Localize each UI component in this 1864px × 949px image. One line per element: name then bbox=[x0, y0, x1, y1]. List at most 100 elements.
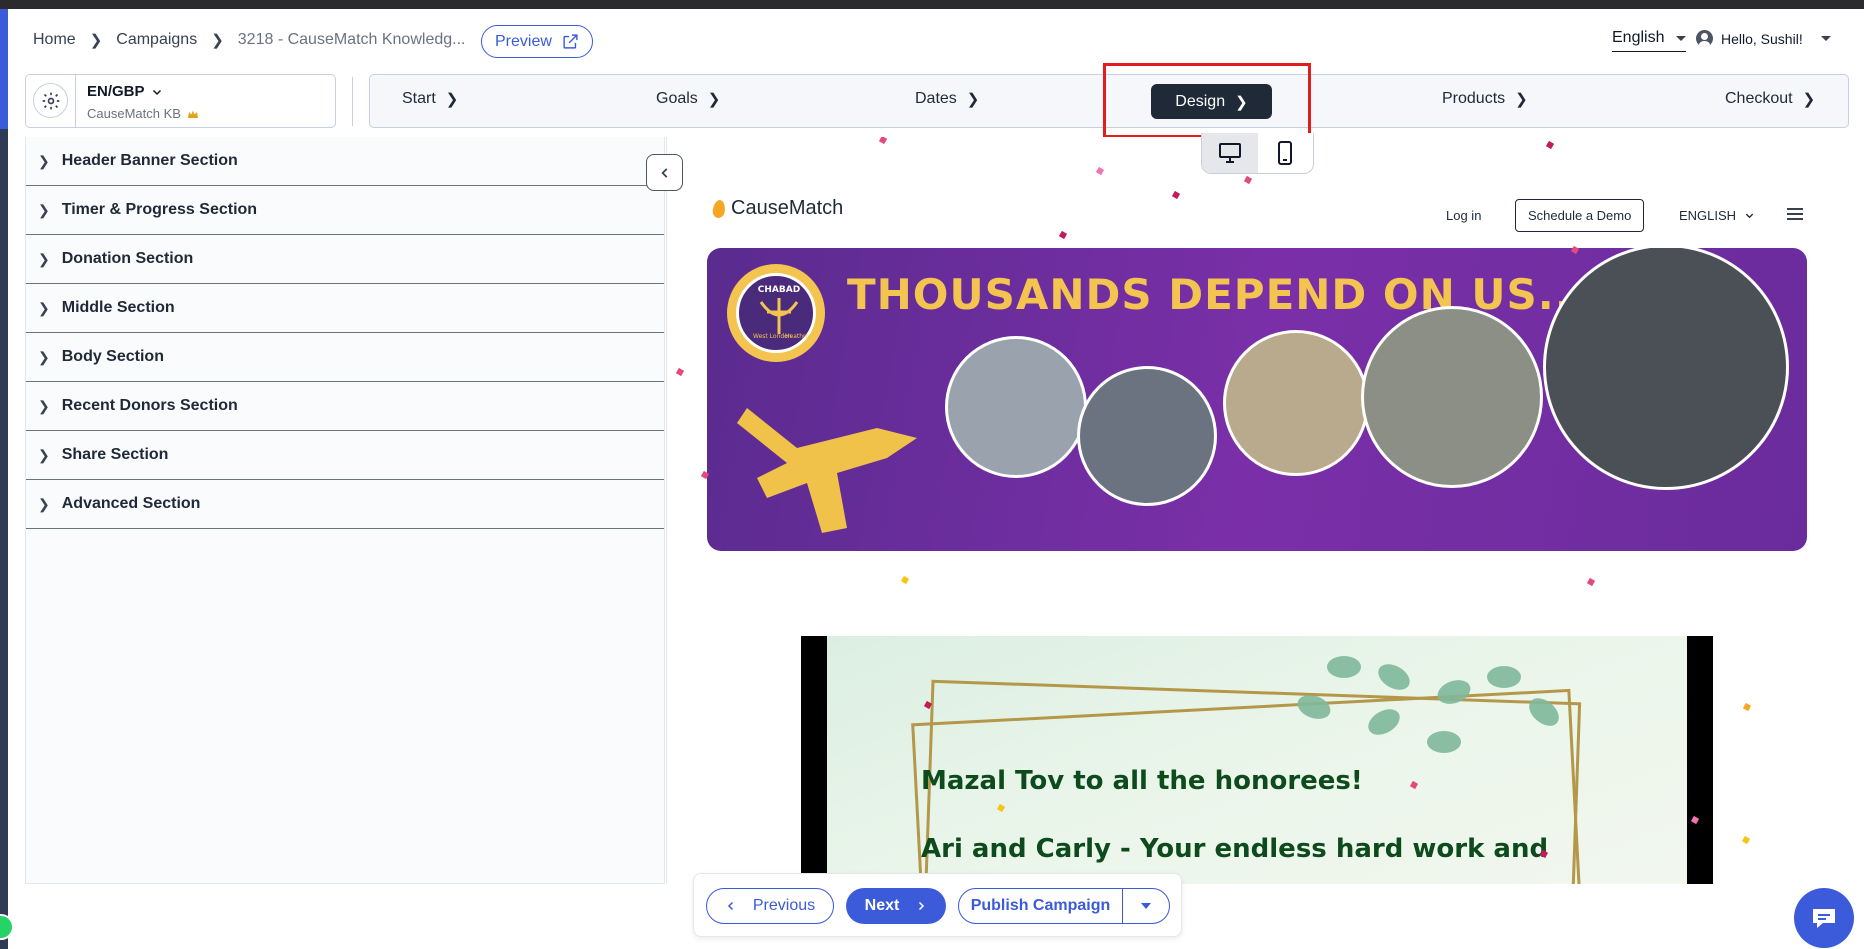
chevron-right-icon: ❯ bbox=[38, 446, 50, 463]
photo-circle-1 bbox=[945, 336, 1087, 478]
chevron-right-icon: ❯ bbox=[1802, 91, 1816, 108]
preview-demo-button[interactable]: Schedule a Demo bbox=[1515, 199, 1645, 232]
chevron-right-icon: ❯ bbox=[38, 299, 50, 316]
seal-top-text: CHABAD bbox=[758, 285, 800, 295]
chevron-right-icon: ❯ bbox=[38, 397, 50, 414]
breadcrumb-home[interactable]: Home bbox=[33, 31, 76, 49]
publish-campaign-group: Publish Campaign bbox=[958, 888, 1170, 924]
confetti bbox=[1545, 140, 1555, 150]
next-label: Next bbox=[864, 897, 900, 914]
confetti bbox=[1058, 230, 1068, 240]
desktop-view-button[interactable] bbox=[1202, 133, 1258, 173]
confetti bbox=[1243, 175, 1253, 185]
confetti bbox=[900, 575, 910, 585]
chevron-right-icon: ❯ bbox=[38, 348, 50, 365]
photo-circle-3 bbox=[1223, 330, 1369, 476]
preview-label: Preview bbox=[495, 32, 552, 50]
chabad-seal-logo: CHABAD West London Heathrow bbox=[727, 264, 825, 362]
next-button[interactable]: Next bbox=[846, 888, 946, 924]
section-label: Middle Section bbox=[61, 299, 175, 316]
caret-down-icon bbox=[1820, 36, 1831, 41]
photo-circle-5 bbox=[1543, 248, 1789, 490]
confetti bbox=[1171, 190, 1181, 200]
leaf-graphic bbox=[1427, 731, 1461, 753]
confetti bbox=[1095, 166, 1105, 176]
currency-org-selector[interactable]: EN/GBP CauseMatch KB bbox=[25, 74, 336, 128]
chevron-down-icon bbox=[1745, 213, 1754, 219]
section-advanced[interactable]: ❯ Advanced Section bbox=[26, 480, 664, 529]
photo-circle-4 bbox=[1361, 306, 1543, 488]
seal-right-text: Heathrow bbox=[785, 333, 814, 340]
highlight-box bbox=[1103, 63, 1311, 138]
section-middle[interactable]: ❯ Middle Section bbox=[26, 284, 664, 333]
org-name-label: CauseMatch KB bbox=[87, 106, 181, 121]
step-dates[interactable]: Dates ❯ bbox=[915, 90, 979, 108]
section-label: Body Section bbox=[61, 348, 164, 365]
app-left-edge bbox=[0, 9, 14, 949]
publish-campaign-button[interactable]: Publish Campaign bbox=[959, 889, 1123, 923]
preview-login-link[interactable]: Log in bbox=[1446, 208, 1481, 223]
user-avatar-icon bbox=[1696, 30, 1713, 47]
section-timer-progress[interactable]: ❯ Timer & Progress Section bbox=[26, 186, 664, 235]
section-label: Header Banner Section bbox=[61, 152, 238, 169]
wizard-footer: Previous Next Publish Campaign bbox=[693, 873, 1182, 937]
confetti bbox=[675, 367, 685, 377]
gear-icon[interactable] bbox=[33, 83, 68, 118]
caret-down-icon bbox=[1676, 35, 1687, 41]
chevron-right-icon: ❯ bbox=[707, 91, 721, 108]
section-donation[interactable]: ❯ Donation Section bbox=[26, 235, 664, 284]
section-label: Share Section bbox=[61, 446, 169, 463]
breadcrumb: Home ❯ Campaigns ❯ 3218 - CauseMatch Kno… bbox=[33, 31, 465, 49]
seal-graphic: CHABAD West London Heathrow bbox=[753, 285, 814, 340]
chevron-right-icon bbox=[919, 901, 925, 911]
currency-code-label: EN/GBP bbox=[87, 83, 145, 100]
caret-down-icon bbox=[1141, 903, 1151, 909]
section-label: Advanced Section bbox=[61, 495, 201, 512]
whatsapp-icon[interactable] bbox=[0, 914, 14, 940]
step-label: Start bbox=[402, 90, 436, 107]
section-share[interactable]: ❯ Share Section bbox=[26, 431, 664, 480]
org-name: CauseMatch KB bbox=[87, 106, 199, 121]
language-select[interactable]: English bbox=[1612, 29, 1687, 52]
chevron-right-icon: ❯ bbox=[445, 91, 459, 108]
publish-options-dropdown[interactable] bbox=[1123, 903, 1169, 909]
mobile-icon bbox=[1278, 141, 1293, 165]
photo-circle-2 bbox=[1077, 366, 1217, 506]
chat-icon bbox=[1813, 909, 1835, 928]
step-products[interactable]: Products ❯ bbox=[1442, 90, 1528, 108]
chat-support-button[interactable] bbox=[1794, 888, 1854, 948]
video-text-line2: Ari and Carly - Your endless hard work a… bbox=[921, 834, 1549, 864]
chevron-right-icon: ❯ bbox=[38, 201, 50, 218]
section-body[interactable]: ❯ Body Section bbox=[26, 333, 664, 382]
video-embed[interactable]: Mazal Tov to all the honorees! Ari and C… bbox=[801, 636, 1713, 884]
confetti bbox=[1741, 835, 1751, 845]
collapse-panel-button[interactable] bbox=[646, 154, 683, 191]
causematch-logo: CauseMatch bbox=[711, 197, 843, 220]
breadcrumb-current: 3218 - CauseMatch Knowledg... bbox=[237, 31, 466, 48]
section-header-banner[interactable]: ❯ Header Banner Section bbox=[26, 137, 664, 186]
divider bbox=[352, 77, 353, 126]
window-top-strip bbox=[0, 0, 1864, 9]
section-recent-donors[interactable]: ❯ Recent Donors Section bbox=[26, 382, 664, 431]
device-toggle bbox=[1201, 133, 1314, 174]
step-label: Goals bbox=[656, 90, 698, 107]
campaign-preview: CauseMatch Log in Schedule a Demo ENGLIS… bbox=[666, 137, 1849, 884]
step-label: Products bbox=[1442, 90, 1506, 107]
step-goals[interactable]: Goals ❯ bbox=[656, 90, 720, 108]
chevron-down-icon bbox=[152, 89, 161, 95]
previous-button[interactable]: Previous bbox=[706, 888, 834, 924]
hamburger-menu-icon[interactable] bbox=[1787, 208, 1803, 220]
step-start[interactable]: Start ❯ bbox=[402, 90, 458, 108]
previous-label: Previous bbox=[752, 897, 816, 914]
breadcrumb-campaigns[interactable]: Campaigns bbox=[116, 31, 197, 49]
leaf-graphic bbox=[1373, 658, 1415, 696]
step-checkout[interactable]: Checkout ❯ bbox=[1725, 90, 1815, 108]
step-label: Dates bbox=[915, 90, 957, 107]
mobile-view-button[interactable] bbox=[1258, 133, 1314, 173]
external-link-icon bbox=[563, 34, 578, 49]
chevron-right-icon: ❯ bbox=[38, 152, 50, 169]
preview-language-select[interactable]: ENGLISH bbox=[1679, 208, 1755, 223]
currency-code: EN/GBP bbox=[87, 83, 163, 100]
user-menu[interactable]: Hello, Sushil! bbox=[1696, 30, 1831, 47]
preview-button[interactable]: Preview bbox=[481, 25, 593, 58]
